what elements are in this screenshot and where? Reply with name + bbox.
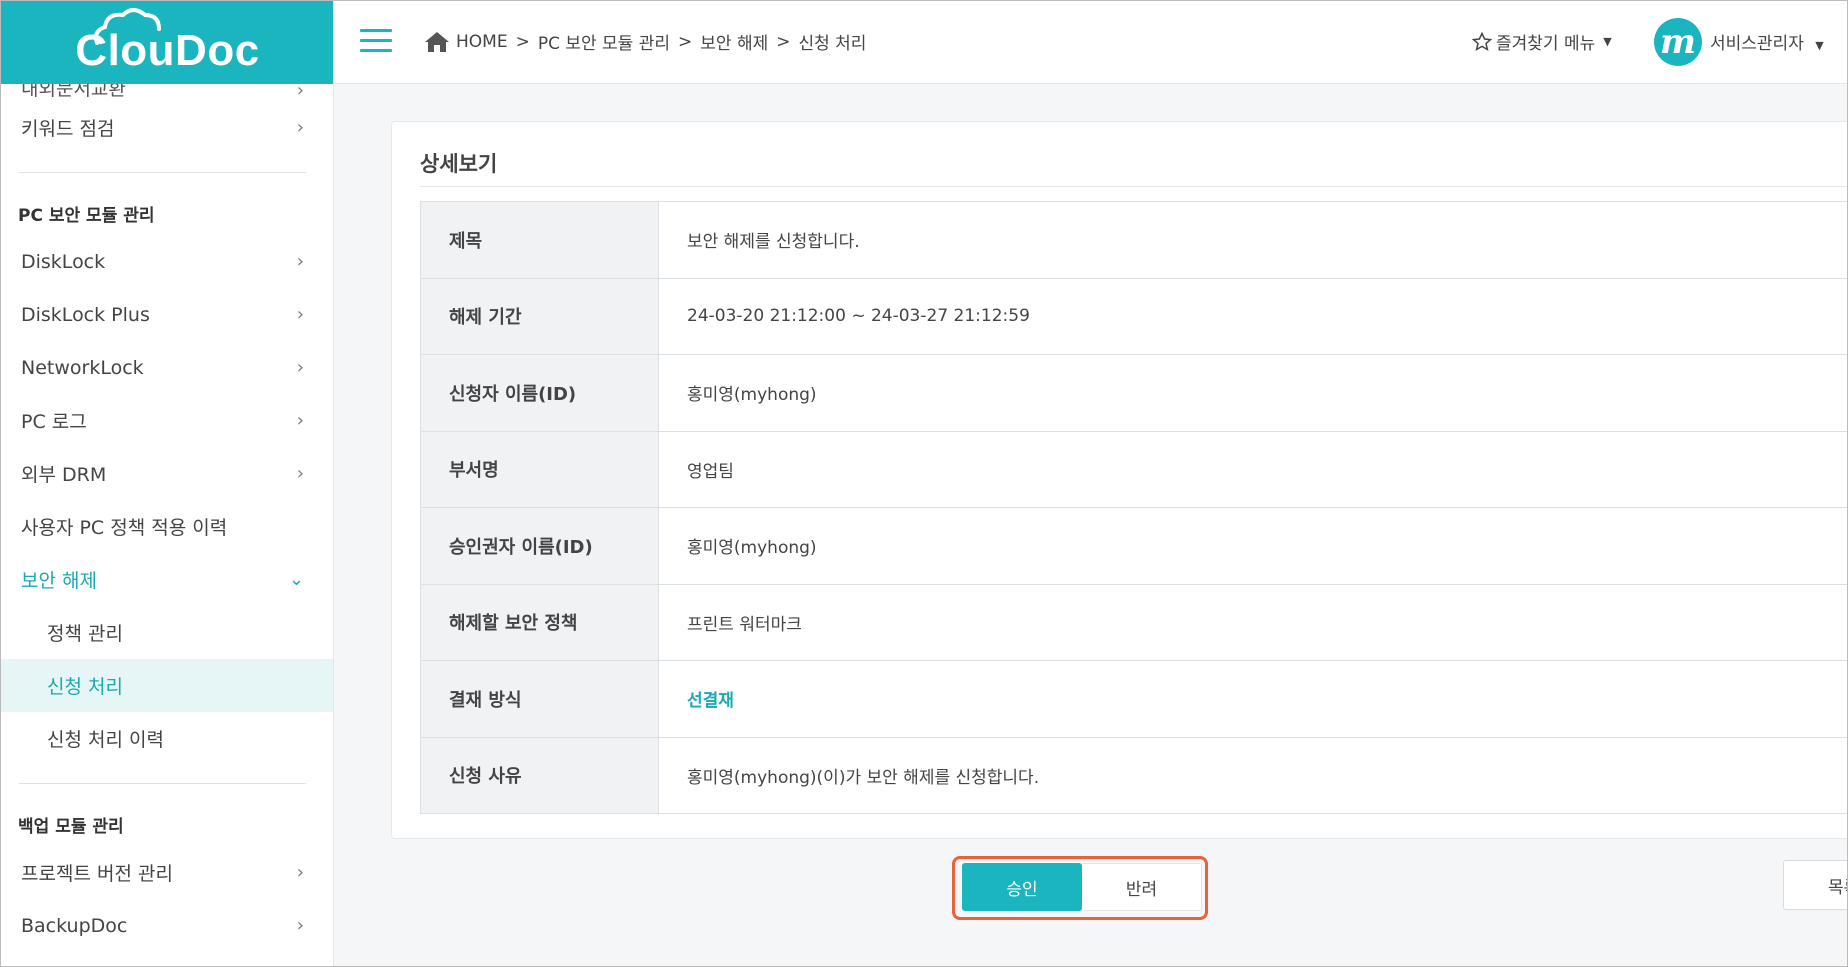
caret-down-icon: ▼ bbox=[1815, 39, 1824, 52]
sidebar-item-label: 프로젝트 버전 관리 bbox=[21, 863, 173, 885]
sidebar-item-disklock-plus[interactable]: DiskLock Plus › bbox=[1, 288, 333, 341]
sidebar-item-external-drm[interactable]: 외부 DRM › bbox=[1, 447, 333, 500]
sidebar-subitem-request-history[interactable]: 신청 처리 이력 bbox=[1, 712, 333, 765]
row-value: 프린트 워터마크 bbox=[687, 614, 802, 635]
sidebar-item-label: DiskLock Plus bbox=[21, 303, 150, 326]
chevron-right-icon: › bbox=[296, 304, 304, 325]
breadcrumb: HOME > PC 보안 모듈 관리 > 보안 해제 > 신청 처리 bbox=[424, 29, 866, 54]
logo[interactable]: ClouDoc bbox=[1, 1, 333, 84]
sidebar-item-label: 사용자 PC 정책 적용 이력 bbox=[21, 517, 228, 539]
sidebar-menu: 내외문서교환 › 키워드 점검 › PC 보안 모듈 관리 DiskLock ›… bbox=[1, 71, 333, 952]
user-name: 서비스관리자 bbox=[1710, 34, 1804, 54]
row-value: 24-03-20 21:12:00 ~ 24-03-27 21:12:59 bbox=[687, 306, 1030, 327]
sidebar-item-label: 정책 관리 bbox=[47, 623, 123, 645]
row-label: 제목 bbox=[420, 202, 659, 278]
approval-method-value: 선결재 bbox=[687, 691, 734, 712]
user-menu[interactable]: 서비스관리자 ▼ bbox=[1710, 29, 1824, 54]
sidebar-subitem-policy-manage[interactable]: 정책 관리 bbox=[1, 606, 333, 659]
sidebar-item-backupdoc[interactable]: BackupDoc › bbox=[1, 899, 333, 952]
sidebar-item-networklock[interactable]: NetworkLock › bbox=[1, 341, 333, 394]
breadcrumb-separator: > bbox=[678, 31, 693, 52]
approve-button[interactable]: 승인 bbox=[962, 863, 1082, 911]
breadcrumb-separator: > bbox=[515, 31, 530, 52]
table-row: 신청자 이름(ID) 홍미영(myhong) bbox=[420, 355, 1847, 432]
detail-table: 제목 보안 해제를 신청합니다. 해제 기간 24-03-20 21:12:00… bbox=[420, 201, 1847, 814]
sidebar-subitem-request-process[interactable]: 신청 처리 bbox=[1, 659, 333, 712]
table-row: 신청 사유 홍미영(myhong)(이)가 보안 해제를 신청합니다. bbox=[420, 737, 1847, 814]
row-label: 신청 사유 bbox=[420, 737, 659, 813]
sidebar: ClouDoc 내외문서교환 › 키워드 점검 › PC 보안 모듈 관리 Di… bbox=[1, 1, 334, 966]
title-divider bbox=[420, 186, 1847, 187]
detail-card: 상세보기 제목 보안 해제를 신청합니다. 해제 기간 24-03-20 21:… bbox=[391, 121, 1847, 839]
table-row: 승인권자 이름(ID) 홍미영(myhong) bbox=[420, 508, 1847, 585]
sidebar-section-backup: 백업 모듈 관리 bbox=[18, 816, 124, 837]
sidebar-item-project-version[interactable]: 프로젝트 버전 관리 › bbox=[1, 846, 333, 899]
top-header: HOME > PC 보안 모듈 관리 > 보안 해제 > 신청 처리 즐겨찾기 … bbox=[334, 1, 1847, 84]
sidebar-item-disklock[interactable]: DiskLock › bbox=[1, 235, 333, 288]
table-row: 제목 보안 해제를 신청합니다. bbox=[420, 202, 1847, 279]
breadcrumb-pc-security[interactable]: PC 보안 모듈 관리 bbox=[538, 29, 670, 54]
table-row: 해제 기간 24-03-20 21:12:00 ~ 24-03-27 21:12… bbox=[420, 278, 1847, 355]
sidebar-item-pc-log[interactable]: PC 로그 › bbox=[1, 394, 333, 447]
chevron-down-icon: ⌄ bbox=[288, 569, 304, 590]
app-window: ClouDoc 내외문서교환 › 키워드 점검 › PC 보안 모듈 관리 Di… bbox=[0, 0, 1848, 967]
table-row: 부서명 영업팀 bbox=[420, 431, 1847, 508]
row-label: 결재 방식 bbox=[420, 661, 659, 737]
table-row: 결재 방식 선결재 bbox=[420, 661, 1847, 738]
row-value: 보안 해제를 신청합니다. bbox=[687, 232, 860, 253]
breadcrumb-separator: > bbox=[776, 31, 791, 52]
caret-down-icon: ▼ bbox=[1603, 35, 1612, 48]
breadcrumb-security-release[interactable]: 보안 해제 bbox=[700, 29, 768, 54]
chevron-right-icon: › bbox=[296, 410, 304, 431]
row-label: 해제할 보안 정책 bbox=[420, 584, 659, 660]
sidebar-item-security-release[interactable]: 보안 해제 ⌄ bbox=[1, 553, 333, 606]
sidebar-divider bbox=[19, 172, 306, 173]
breadcrumb-home[interactable]: HOME bbox=[456, 32, 508, 52]
sidebar-item-label: BackupDoc bbox=[21, 914, 128, 937]
chevron-right-icon: › bbox=[296, 862, 304, 883]
sidebar-divider bbox=[19, 783, 306, 784]
chevron-right-icon: › bbox=[296, 117, 304, 138]
favorites-label: 즐겨찾기 메뉴 bbox=[1496, 34, 1596, 54]
reject-button[interactable]: 반려 bbox=[1082, 863, 1202, 911]
page-title: 상세보기 bbox=[420, 152, 498, 176]
chevron-right-icon: › bbox=[296, 357, 304, 378]
row-label: 부서명 bbox=[420, 431, 659, 507]
breadcrumb-current: 신청 처리 bbox=[798, 34, 867, 54]
avatar[interactable]: m bbox=[1654, 18, 1702, 66]
logo-text: ClouDoc bbox=[75, 25, 260, 75]
sidebar-item-label: 신청 처리 bbox=[47, 676, 123, 698]
chevron-right-icon: › bbox=[296, 251, 304, 272]
favorites-menu[interactable]: 즐겨찾기 메뉴 ▼ bbox=[1472, 29, 1612, 54]
chevron-right-icon: › bbox=[296, 915, 304, 936]
chevron-right-icon: › bbox=[296, 463, 304, 484]
table-row: 해제할 보안 정책 프린트 워터마크 bbox=[420, 584, 1847, 661]
home-icon[interactable] bbox=[424, 31, 450, 53]
row-value: 홍미영(myhong) bbox=[687, 538, 817, 559]
sidebar-item-label: 보안 해제 bbox=[21, 570, 97, 592]
sidebar-item-label: 신청 처리 이력 bbox=[47, 729, 164, 751]
sidebar-item-keyword[interactable]: 키워드 점검 › bbox=[1, 101, 333, 154]
hamburger-menu-icon[interactable] bbox=[360, 29, 392, 53]
sidebar-item-label: NetworkLock bbox=[21, 356, 144, 379]
star-icon bbox=[1472, 31, 1492, 51]
sidebar-item-label: 외부 DRM bbox=[21, 464, 107, 486]
row-label: 신청자 이름(ID) bbox=[420, 355, 659, 431]
row-label: 해제 기간 bbox=[420, 278, 659, 354]
sidebar-item-label: 키워드 점검 bbox=[21, 118, 115, 140]
list-button[interactable]: 목록 bbox=[1783, 860, 1847, 910]
row-value: 홍미영(myhong) bbox=[687, 385, 817, 406]
sidebar-item-label: PC 로그 bbox=[21, 411, 87, 433]
sidebar-item-policy-history[interactable]: 사용자 PC 정책 적용 이력 bbox=[1, 500, 333, 553]
row-label: 승인권자 이름(ID) bbox=[420, 508, 659, 584]
row-value: 영업팀 bbox=[687, 461, 734, 482]
row-value: 홍미영(myhong)(이)가 보안 해제를 신청합니다. bbox=[687, 767, 1040, 788]
sidebar-section-pc-security: PC 보안 모듈 관리 bbox=[18, 205, 155, 226]
sidebar-item-label: DiskLock bbox=[21, 250, 106, 273]
